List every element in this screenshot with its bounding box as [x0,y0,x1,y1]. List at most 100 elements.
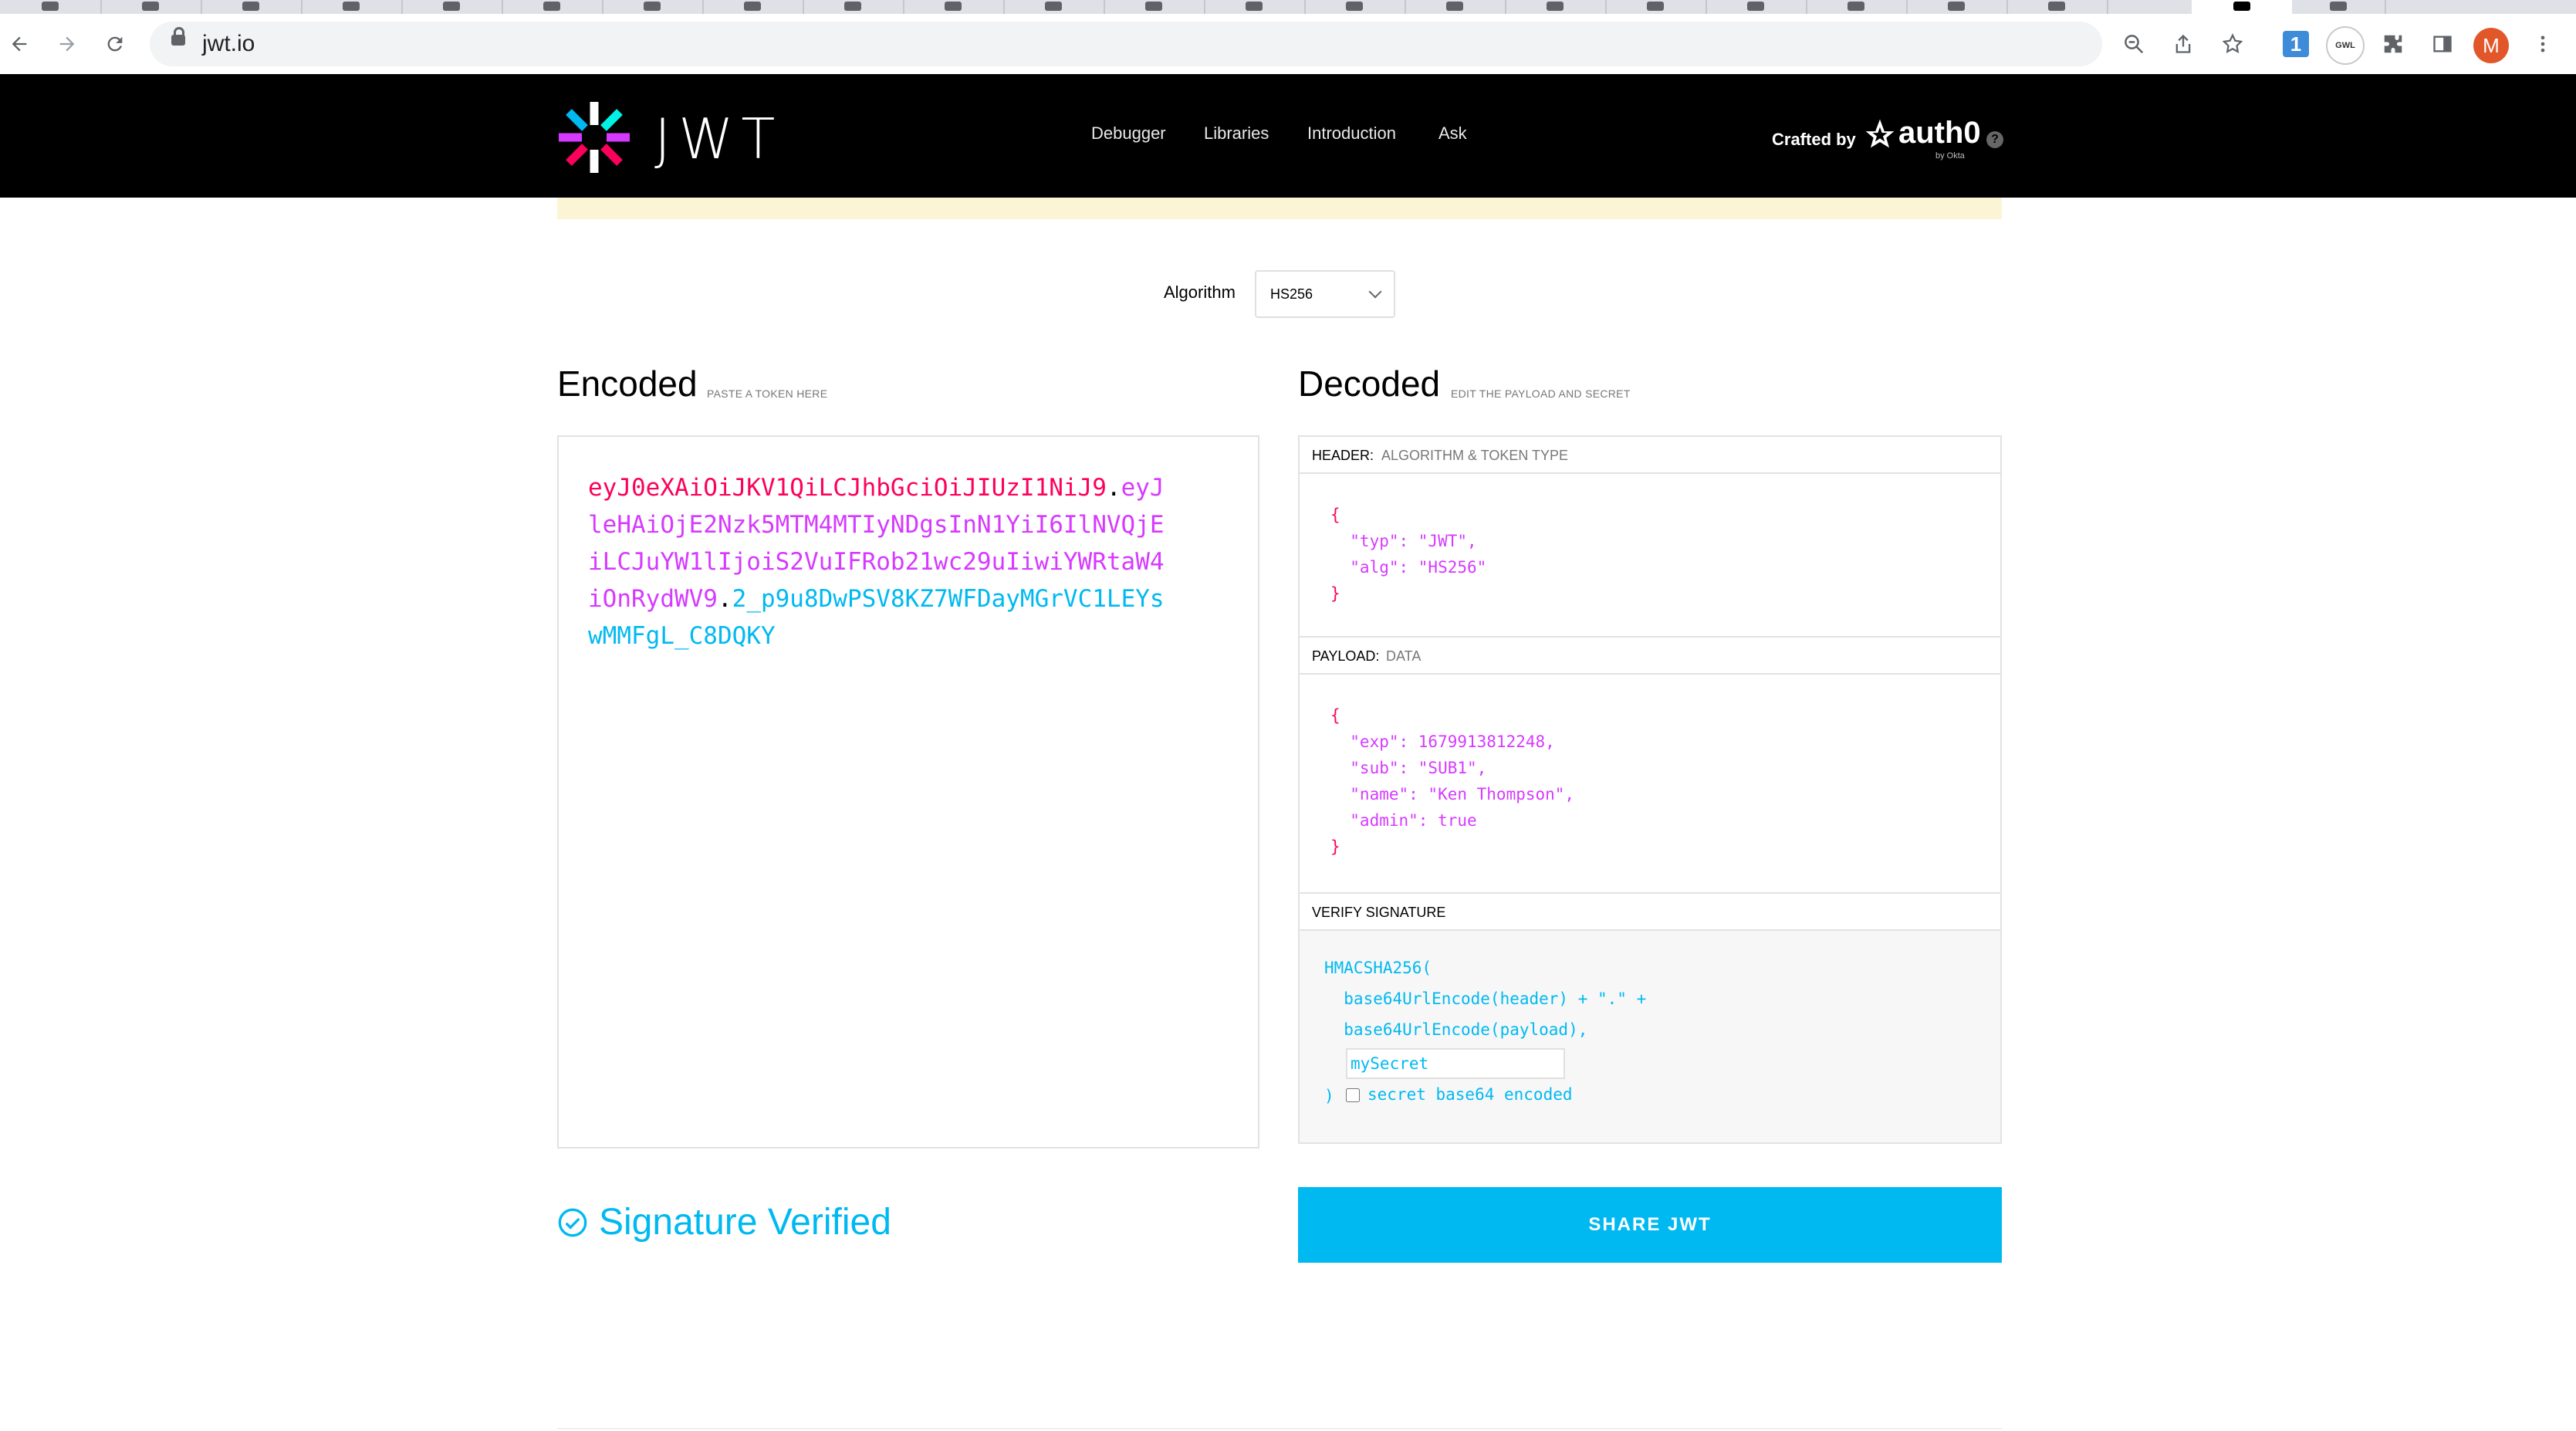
browser-tab[interactable] [1003,0,1105,14]
ext-1p-label: 1 [2290,32,2302,56]
encoded-hint: PASTE A TOKEN HERE [707,387,828,400]
check-circle-icon [558,1208,587,1236]
browser-tab[interactable] [401,0,503,14]
zoom-button[interactable] [2115,25,2153,63]
nav-ask[interactable]: Ask [1438,123,1467,144]
tab-favicon-icon [1948,2,1965,11]
warning-banner [557,198,2002,219]
browser-tab[interactable] [803,0,904,14]
browser-tab[interactable] [1906,0,2008,14]
browser-tab[interactable] [1304,0,1406,14]
json-line: "exp": 1679913812248, [1330,732,1555,751]
tab-favicon-icon [443,2,460,11]
verify-signature-area: HMACSHA256( base64UrlEncode(header) + ".… [1300,931,2000,1142]
lock-icon [171,27,185,46]
auth0-logo-link[interactable]: auth0 [1864,116,1981,151]
decoded-panel: HEADER: ALGORITHM & TOKEN TYPE { "typ": … [1298,435,2002,1144]
auth0-star-icon [1865,119,1895,147]
browser-tab-active[interactable] [2192,0,2292,14]
browser-tab[interactable] [1806,0,1908,14]
ext-circle-label: GWL [2335,41,2355,50]
password-manager-extension[interactable]: 1 [2283,31,2309,57]
verify-section-title: VERIFY SIGNATURE [1300,892,2000,931]
share-page-button[interactable] [2164,25,2202,63]
url-text[interactable]: jwt.io [202,31,255,57]
side-panel-button[interactable] [2423,25,2462,63]
extension-button[interactable]: GWL [2326,26,2365,65]
browser-tab[interactable] [903,0,1005,14]
tab-favicon-icon [1547,2,1564,11]
browser-tab[interactable] [2292,0,2386,14]
profile-initial: M [2483,33,2500,57]
tab-favicon-icon [2048,2,2065,11]
browser-tab[interactable] [1505,0,1607,14]
browser-tab[interactable] [1405,0,1506,14]
browser-tab[interactable] [2006,0,2108,14]
json-line: "sub": "SUB1", [1330,759,1487,777]
secret-base64-label[interactable]: secret base64 encoded [1367,1085,1573,1104]
encoded-title: Encoded [557,364,698,404]
json-line: "name": "Ken Thompson", [1330,785,1575,803]
payload-json-editor[interactable]: { "exp": 1679913812248, "sub": "SUB1", "… [1330,702,1574,860]
close-paren: ) [1324,1087,1334,1105]
reload-button[interactable] [96,25,134,63]
footer-divider [557,1428,2002,1429]
back-button[interactable] [0,25,39,63]
nav-introduction[interactable]: Introduction [1307,123,1396,144]
verify-section-key: VERIFY SIGNATURE [1312,905,1446,920]
token-header-part: eyJ0eXAiOiJKV1QiLCJhbGciOiJIUzI1NiJ9 [588,474,1107,502]
by-okta-label: by Okta [1935,151,1965,161]
tab-favicon-icon [945,2,962,11]
browser-tab[interactable] [1605,0,1707,14]
address-bar[interactable]: jwt.io [150,22,2102,66]
tab-favicon-icon [242,2,259,11]
share-jwt-button[interactable]: SHARE JWT [1298,1187,2002,1263]
profile-avatar[interactable]: M [2473,28,2509,63]
bookmark-button[interactable] [2213,25,2252,63]
verify-line: HMACSHA256( [1324,959,1432,977]
browser-toolbar: jwt.io 1 GWL M [0,14,2576,76]
verify-line: base64UrlEncode(payload), [1324,1020,1588,1039]
puzzle-icon [2384,35,2402,53]
algorithm-select[interactable]: HS256 [1255,270,1395,318]
jwt-logo-icon[interactable] [556,99,633,176]
forward-button[interactable] [48,25,86,63]
header-json-editor[interactable]: { "typ": "JWT", "alg": "HS256"} [1330,502,1486,607]
tab-favicon-icon [142,2,159,11]
browser-menu-button[interactable] [2524,25,2562,63]
json-line: "typ": "JWT", [1330,532,1477,550]
tab-favicon-icon [1045,2,1062,11]
tab-favicon-icon [1246,2,1263,11]
token-dot: . [717,585,732,613]
extensions-menu-button[interactable] [2374,25,2412,63]
help-icon[interactable]: ? [1986,131,2003,148]
nav-debugger[interactable]: Debugger [1091,123,1166,144]
secret-input[interactable] [1346,1048,1565,1079]
tab-favicon-icon [1145,2,1162,11]
payload-section-sub: DATA [1386,648,1422,664]
header-section-sub: ALGORITHM & TOKEN TYPE [1381,448,1569,463]
token-text[interactable]: eyJ0eXAiOiJKV1QiLCJhbGciOiJIUzI1NiJ9.eyJ… [588,469,1175,655]
browser-tab[interactable] [0,0,102,14]
browser-tab[interactable] [301,0,403,14]
logo-wordmark[interactable]: JWT [654,107,783,171]
browser-tab[interactable] [1706,0,1807,14]
token-dot: . [1106,474,1121,502]
json-line: "alg": "HS256" [1330,558,1487,577]
tab-favicon-icon [343,2,360,11]
chevron-down-icon [1368,285,1382,299]
json-brace: { [1330,706,1340,725]
browser-tab[interactable] [702,0,804,14]
nav-libraries[interactable]: Libraries [1204,123,1269,144]
tab-favicon-icon [2233,2,2250,11]
secret-base64-checkbox[interactable] [1346,1088,1360,1102]
browser-tab[interactable] [1104,0,1205,14]
browser-tab[interactable] [1204,0,1306,14]
browser-tab[interactable] [100,0,202,14]
encoded-token-editor[interactable]: eyJ0eXAiOiJKV1QiLCJhbGciOiJIUzI1NiJ9.eyJ… [557,435,1259,1149]
share-icon [2175,34,2191,53]
browser-tab[interactable] [602,0,704,14]
verify-line: base64UrlEncode(header) + "." + [1324,990,1647,1008]
browser-tab[interactable] [201,0,303,14]
browser-tab[interactable] [502,0,603,14]
